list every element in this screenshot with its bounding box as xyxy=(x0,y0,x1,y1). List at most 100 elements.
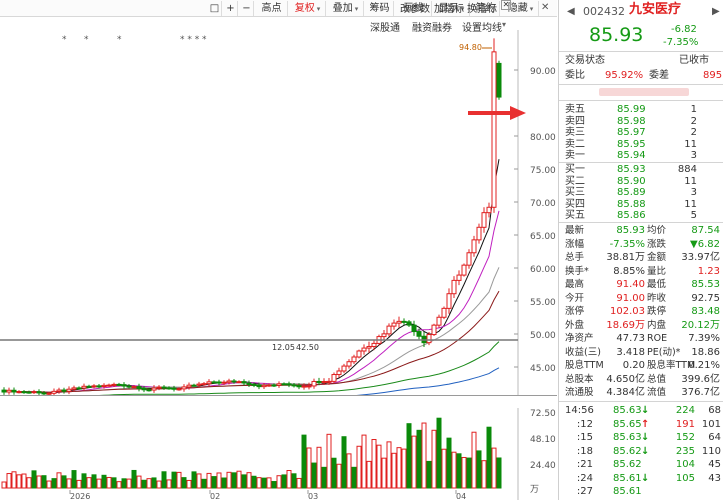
price-tick-label: 70.00 xyxy=(530,199,556,209)
toolbar-button-3[interactable]: 高点 xyxy=(256,1,288,16)
ask-row: 卖五 85.99 1 xyxy=(559,104,723,116)
tick-count: 110 xyxy=(701,445,721,457)
chevron-down-icon: ▾ xyxy=(316,5,321,13)
event-marker: * xyxy=(202,35,207,45)
ask-label: 卖五 xyxy=(565,104,585,115)
next-icon[interactable]: ▶ xyxy=(712,6,720,18)
stat-value: 20.12万 xyxy=(681,319,720,331)
x-tick-label: 02 xyxy=(210,492,220,500)
ask-volume: 3 xyxy=(690,150,697,161)
zoom-out-icon[interactable]: − xyxy=(240,1,254,16)
candle-body xyxy=(86,385,92,388)
high-marker-label: 94.80 xyxy=(459,43,482,52)
tick-volume: 105 xyxy=(675,472,695,484)
volume-tool-0[interactable]: 改参数 xyxy=(400,0,430,15)
toolbar-button-5[interactable]: 叠加 ▾ xyxy=(328,1,364,16)
volume-bar xyxy=(371,439,377,489)
volume-bar xyxy=(46,480,52,489)
ask-price[interactable]: 85.99 xyxy=(617,104,646,116)
volume-bar xyxy=(471,431,477,489)
stat-label: 流通股 xyxy=(565,387,594,398)
bid-row: 买一 85.93 884 xyxy=(559,164,723,176)
volume-chart: 72.50 48.10 24.40 万 2026 02 03 04 xyxy=(1,408,556,500)
bid-price[interactable]: 85.88 xyxy=(617,199,646,211)
volume-bar xyxy=(456,453,462,489)
quote-panel: ◀ 002432 九安医疗 ▶ 85.93 -6.82 -7.35% 交易状态 … xyxy=(558,0,723,500)
bid-label: 买五 xyxy=(565,210,585,221)
candle-body xyxy=(181,386,187,390)
volume-bar xyxy=(196,473,202,489)
stat-value: 33.97亿 xyxy=(681,252,720,263)
candle-body xyxy=(466,252,472,266)
candle-body xyxy=(126,385,132,388)
candle-body xyxy=(211,381,217,384)
stock-header: ◀ 002432 九安医疗 ▶ xyxy=(559,3,723,18)
volume-bar xyxy=(211,476,217,489)
volume-bar xyxy=(126,478,132,489)
toolbar-button-6[interactable]: 筹码 xyxy=(366,1,394,16)
stat-value: 7.39% xyxy=(688,333,720,344)
bid-price[interactable]: 85.93 xyxy=(617,164,646,176)
volume-bar xyxy=(86,477,92,489)
stat-label: 涨跌 xyxy=(647,238,667,250)
window-icon[interactable]: □ xyxy=(208,1,222,16)
ask-price[interactable]: 85.97 xyxy=(617,127,646,139)
toolbar-button-4[interactable]: 复权 ▾ xyxy=(290,1,326,16)
candle-body xyxy=(146,389,152,392)
candle-body xyxy=(111,383,117,386)
candle-body xyxy=(311,380,317,387)
volume-tool-2[interactable]: 换指标 xyxy=(467,0,497,15)
ask-price[interactable]: 85.94 xyxy=(617,150,646,162)
volume-bar xyxy=(81,473,87,489)
volume-tool-1[interactable]: 加指标 xyxy=(434,0,464,15)
candle-body xyxy=(361,347,367,352)
close-icon[interactable]: ✕ xyxy=(501,0,511,10)
ask-price[interactable]: 85.98 xyxy=(617,116,646,128)
tick-arrow-icon: ↓ xyxy=(641,472,650,484)
volume-bar xyxy=(26,477,32,489)
volume-bar xyxy=(176,471,182,489)
volume-bar xyxy=(281,474,287,489)
volume-bar xyxy=(206,472,212,489)
zoom-in-icon[interactable]: + xyxy=(224,1,238,16)
candle-body xyxy=(401,320,407,323)
volume-bar xyxy=(141,479,147,489)
stat-label: 量比 xyxy=(647,265,667,277)
candle-body xyxy=(101,384,107,387)
volume-bar xyxy=(146,478,152,489)
tick-price: 85.63 xyxy=(613,405,642,416)
volume-bar xyxy=(366,460,372,489)
candle-body xyxy=(216,381,222,384)
tick-arrow-icon: ↓ xyxy=(641,445,650,457)
bid-price[interactable]: 85.89 xyxy=(617,187,646,199)
toolbar-button-label: + xyxy=(226,3,235,14)
volume-bar xyxy=(21,473,27,489)
bid-price[interactable]: 85.90 xyxy=(617,176,646,188)
candle-body xyxy=(241,381,247,384)
volume-bar xyxy=(386,441,392,489)
volume-bar xyxy=(331,457,337,489)
volume-bar xyxy=(361,434,367,489)
candle-body xyxy=(1,389,7,393)
ask-label: 卖四 xyxy=(565,115,585,127)
toolbar-close-icon[interactable]: ✕ xyxy=(541,2,549,13)
bid-price[interactable]: 85.86 xyxy=(617,210,646,222)
candle-body xyxy=(366,345,372,349)
event-marker: * xyxy=(62,35,67,45)
volume-bar xyxy=(306,447,312,489)
back-icon[interactable]: ◀ xyxy=(567,6,575,18)
tick-price: 85.61 xyxy=(613,472,642,484)
candle-body xyxy=(116,383,122,386)
chevron-down-icon[interactable]: ▾ xyxy=(502,20,506,29)
candle-body xyxy=(431,324,437,336)
volume-bar xyxy=(216,472,222,489)
change-percent: -7.35% xyxy=(663,37,699,48)
candle-body xyxy=(481,212,487,228)
volume-bar xyxy=(461,456,467,489)
ask-price[interactable]: 85.95 xyxy=(617,139,646,151)
candle-body xyxy=(36,391,42,394)
candle-body xyxy=(471,239,477,254)
volume-bar xyxy=(426,460,432,489)
bid-label: 买一 xyxy=(565,164,585,175)
price-tick-label: 50.00 xyxy=(530,331,556,341)
